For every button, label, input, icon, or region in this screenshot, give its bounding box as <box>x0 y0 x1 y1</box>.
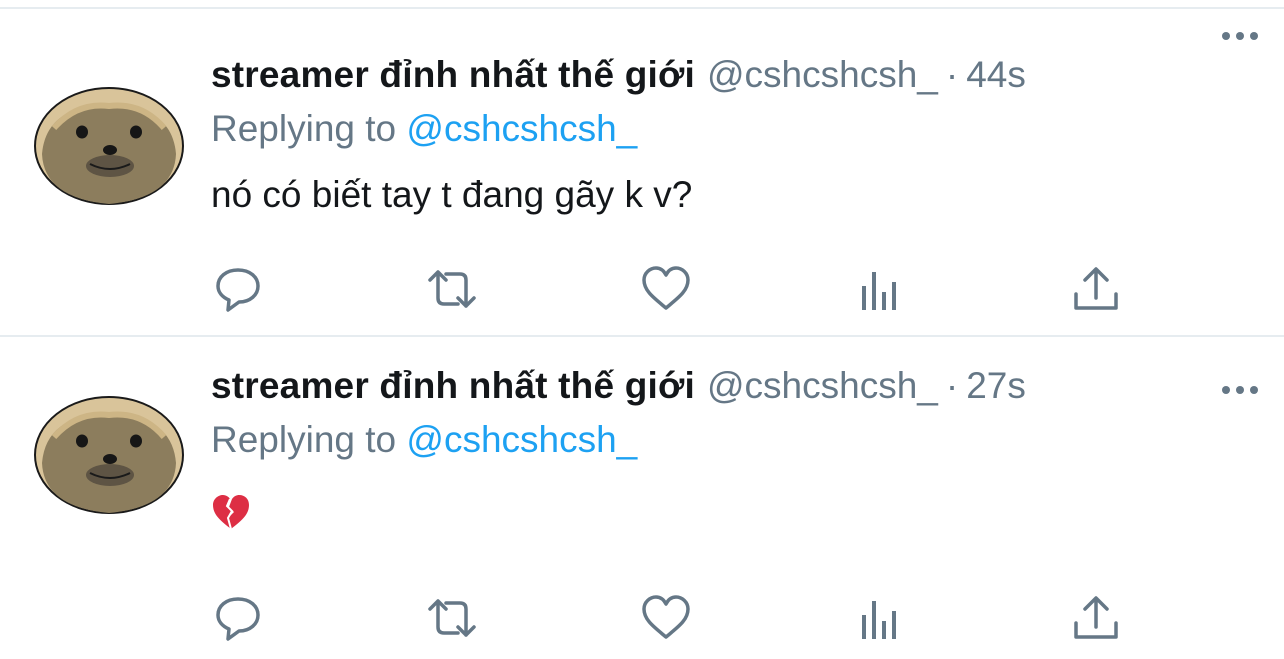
user-handle[interactable]: @cshcshcsh_ <box>707 365 938 407</box>
replying-to: Replying to @cshcshcsh_ <box>211 419 1261 467</box>
timestamp[interactable]: 27s <box>966 365 1026 407</box>
tweet[interactable]: streamer đỉnh nhất thế giới @cshcshcsh_ … <box>0 337 1284 659</box>
replying-to: Replying to @cshcshcsh_ <box>211 108 1261 156</box>
separator-dot: · <box>945 365 959 406</box>
replying-to-handle[interactable]: @cshcshcsh_ <box>406 419 637 460</box>
separator-dot: · <box>945 54 959 95</box>
analytics-icon[interactable] <box>856 593 908 643</box>
user-handle[interactable]: @cshcshcsh_ <box>707 54 938 96</box>
reply-icon[interactable] <box>212 264 264 314</box>
tweet-content: streamer đỉnh nhất thế giới @cshcshcsh_ … <box>211 54 1261 222</box>
tweet-actions <box>0 264 1284 314</box>
tweet-text <box>211 489 1261 537</box>
replying-to-handle[interactable]: @cshcshcsh_ <box>406 108 637 149</box>
like-icon[interactable] <box>640 593 692 643</box>
analytics-icon[interactable] <box>856 264 908 314</box>
avatar[interactable] <box>32 393 186 515</box>
replying-to-label: Replying to <box>211 108 397 149</box>
like-icon[interactable] <box>640 264 692 314</box>
broken-heart-emoji <box>211 493 251 540</box>
retweet-icon[interactable] <box>426 264 478 314</box>
replying-to-label: Replying to <box>211 419 397 460</box>
more-options-icon[interactable] <box>1220 383 1260 395</box>
share-icon[interactable] <box>1070 593 1122 643</box>
tweet-actions <box>0 593 1284 643</box>
tweet-feed: streamer đỉnh nhất thế giới @cshcshcsh_ … <box>0 0 1284 659</box>
tweet-content: streamer đỉnh nhất thế giới @cshcshcsh_ … <box>211 365 1261 537</box>
reply-icon[interactable] <box>212 593 264 643</box>
tweet[interactable]: streamer đỉnh nhất thế giới @cshcshcsh_ … <box>0 9 1284 335</box>
more-options-icon[interactable] <box>1220 29 1260 41</box>
timestamp[interactable]: 44s <box>966 54 1026 96</box>
tweet-text: nó có biết tay t đang gãy k v? <box>211 174 693 215</box>
retweet-icon[interactable] <box>426 593 478 643</box>
tweet-header: streamer đỉnh nhất thế giới @cshcshcsh_ … <box>211 365 1261 413</box>
display-name[interactable]: streamer đỉnh nhất thế giới <box>211 54 695 96</box>
tweet-header: streamer đỉnh nhất thế giới @cshcshcsh_ … <box>211 54 1261 102</box>
avatar[interactable] <box>32 84 186 206</box>
share-icon[interactable] <box>1070 264 1122 314</box>
display-name[interactable]: streamer đỉnh nhất thế giới <box>211 365 695 407</box>
